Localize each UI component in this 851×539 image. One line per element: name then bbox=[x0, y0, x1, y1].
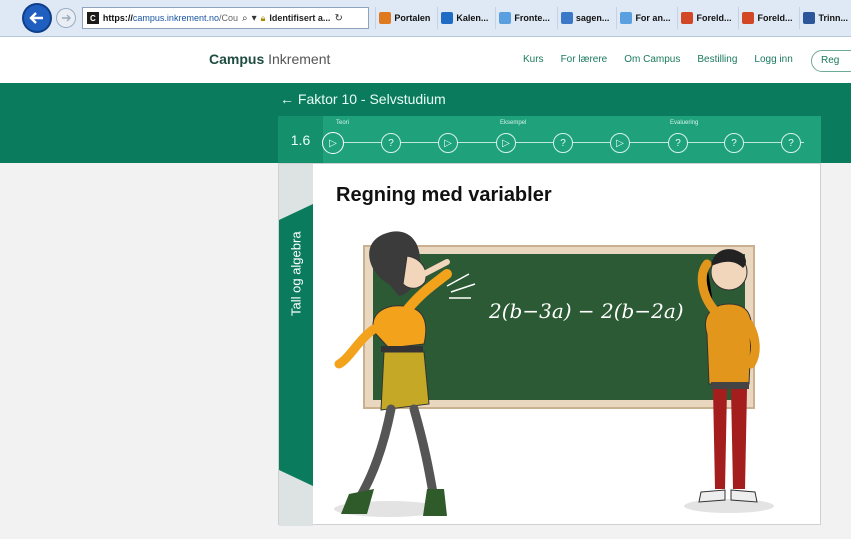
site-header: Campus Inkrement Kurs For lærere Om Camp… bbox=[0, 37, 851, 83]
lock-icon[interactable]: 🔒︎ bbox=[261, 13, 266, 24]
ie-icon bbox=[620, 12, 633, 24]
url-text: https://campus.inkrement.no/Cou bbox=[102, 13, 238, 23]
topic-tab: Tall og algebra bbox=[279, 164, 313, 526]
outlook-icon bbox=[441, 12, 454, 24]
powerpoint-icon bbox=[742, 12, 755, 24]
course-banner: ← Faktor 10 - Selvstudium 1.6 Teori Ekse… bbox=[0, 83, 851, 163]
top-navigation: Kurs For lærere Om Campus Bestilling Log… bbox=[523, 54, 810, 65]
favorite-item[interactable]: Trinn... bbox=[799, 7, 851, 29]
back-button[interactable] bbox=[22, 3, 52, 33]
site-icon bbox=[560, 12, 573, 24]
play-step-icon[interactable]: ▷ bbox=[322, 132, 344, 154]
topic-label: Tall og algebra bbox=[288, 231, 304, 317]
favorite-item[interactable]: sagen... bbox=[556, 7, 613, 29]
favorites-bar: Portalen Kalen... Fronte... sagen... For an.… bbox=[375, 7, 851, 29]
refresh-icon[interactable]: ↻ bbox=[334, 13, 342, 24]
step-label-evaluering: Evaluering bbox=[670, 120, 699, 126]
ie-icon bbox=[499, 12, 512, 24]
forward-button[interactable] bbox=[55, 8, 76, 28]
address-bar[interactable]: C https://campus.inkrement.no/Cou ⌕ ▾ 🔒︎… bbox=[81, 7, 370, 29]
browser-toolbar: C https://campus.inkrement.no/Cou ⌕ ▾ 🔒︎… bbox=[0, 0, 851, 37]
certificate-label[interactable]: Identifisert a... bbox=[269, 13, 330, 23]
site-favicon-icon: C bbox=[86, 12, 99, 24]
nav-om-campus[interactable]: Om Campus bbox=[624, 54, 680, 65]
favorite-item[interactable]: Portalen bbox=[375, 7, 433, 29]
favorite-label: Portalen bbox=[394, 13, 431, 23]
lesson-video-illustration[interactable]: 2(b−3a) − 2(b−2a) bbox=[329, 214, 799, 524]
powerpoint-icon bbox=[681, 12, 694, 24]
nav-for-laerere[interactable]: For lærere bbox=[561, 54, 608, 65]
favorite-label: Foreld... bbox=[757, 13, 793, 23]
dropdown-icon[interactable]: ▾ bbox=[252, 13, 257, 24]
course-back-link[interactable]: ← Faktor 10 - Selvstudium bbox=[280, 91, 446, 107]
lesson-card: Tall og algebra Regning med variabler 2(… bbox=[278, 163, 821, 526]
nav-kurs[interactable]: Kurs bbox=[523, 54, 544, 65]
favorite-item[interactable]: Kalen... bbox=[437, 7, 491, 29]
board-expression: 2(b−3a) − 2(b−2a) bbox=[488, 299, 684, 323]
favorite-item[interactable]: Fronte... bbox=[495, 7, 553, 29]
back-arrow-icon bbox=[29, 12, 43, 24]
favorite-label: Fronte... bbox=[514, 13, 550, 23]
brand-logo[interactable]: Campus Inkrement bbox=[209, 51, 330, 67]
favorite-label: Foreld... bbox=[696, 13, 732, 23]
nav-logg-inn[interactable]: Logg inn bbox=[754, 54, 792, 65]
favorite-label: For an... bbox=[635, 13, 671, 23]
play-step-icon[interactable]: ▷ bbox=[610, 133, 630, 153]
quiz-step-icon[interactable]: ? bbox=[668, 133, 688, 153]
favorite-label: Kalen... bbox=[456, 13, 489, 23]
chalkboard bbox=[373, 254, 745, 400]
forward-arrow-icon bbox=[61, 14, 71, 22]
favorite-label: Trinn... bbox=[818, 13, 848, 23]
lesson-number: 1.6 bbox=[278, 116, 323, 163]
quiz-step-icon[interactable]: ? bbox=[724, 133, 744, 153]
quiz-step-icon[interactable]: ? bbox=[553, 133, 573, 153]
favorite-item[interactable]: Foreld... bbox=[677, 7, 734, 29]
play-step-icon[interactable]: ▷ bbox=[438, 133, 458, 153]
step-label-teori: Teori bbox=[336, 120, 350, 126]
register-button[interactable]: Reg bbox=[811, 50, 851, 72]
word-icon bbox=[803, 12, 816, 24]
favorite-item[interactable]: For an... bbox=[616, 7, 673, 29]
quiz-step-icon[interactable]: ? bbox=[781, 133, 801, 153]
lesson-progress: 1.6 Teori Eksempel Evaluering ▷? ▷ ▷? ▷??? bbox=[278, 116, 821, 163]
play-step-icon[interactable]: ▷ bbox=[496, 133, 516, 153]
quiz-step-icon[interactable]: ? bbox=[381, 133, 401, 153]
favorite-item[interactable]: Foreld... bbox=[738, 7, 795, 29]
step-label-eksempel: Eksempel bbox=[500, 120, 527, 126]
favorite-label: sagen... bbox=[575, 13, 610, 23]
lesson-title: Regning med variabler bbox=[336, 184, 552, 206]
nav-bestilling[interactable]: Bestilling bbox=[697, 54, 737, 65]
search-icon[interactable]: ⌕ bbox=[242, 13, 248, 24]
portal-icon bbox=[379, 12, 392, 24]
